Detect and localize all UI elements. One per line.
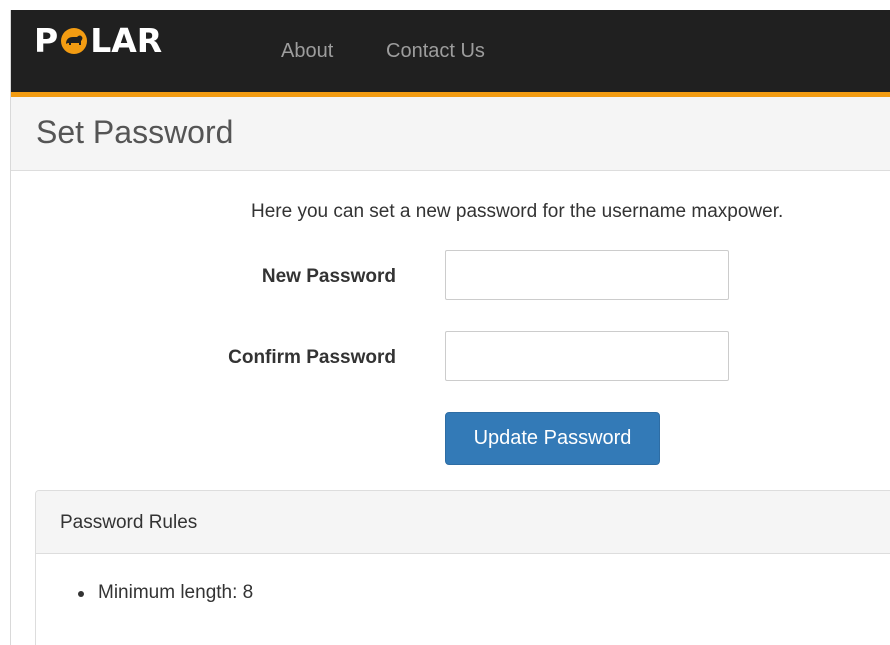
list-item: Minimum length: 8 xyxy=(78,582,890,604)
logo-letters-lar: LAR xyxy=(90,21,163,60)
new-password-label: New Password xyxy=(261,266,396,287)
update-password-button[interactable]: Update Password xyxy=(445,412,660,465)
nav-link-about[interactable]: About xyxy=(281,40,333,63)
nav-link-contact-us[interactable]: Contact Us xyxy=(386,40,485,63)
bear-icon xyxy=(61,28,88,54)
password-rules-list: Minimum length: 8 xyxy=(36,554,890,604)
new-password-input[interactable] xyxy=(445,250,729,300)
confirm-password-input[interactable] xyxy=(445,331,729,381)
page-title: Set Password xyxy=(36,114,234,150)
intro-text: Here you can set a new password for the … xyxy=(251,201,784,222)
polar-logo[interactable]: P LAR xyxy=(34,23,162,59)
bullet-icon xyxy=(78,591,84,597)
confirm-password-label: Confirm Password xyxy=(228,347,396,368)
rule-text: Minimum length: 8 xyxy=(98,582,254,603)
page-header: Set Password xyxy=(11,97,890,171)
password-rules-heading: Password Rules xyxy=(36,491,890,554)
logo-letter-p: P xyxy=(34,21,59,60)
password-rules-panel: Password Rules Minimum length: 8 xyxy=(35,490,890,645)
